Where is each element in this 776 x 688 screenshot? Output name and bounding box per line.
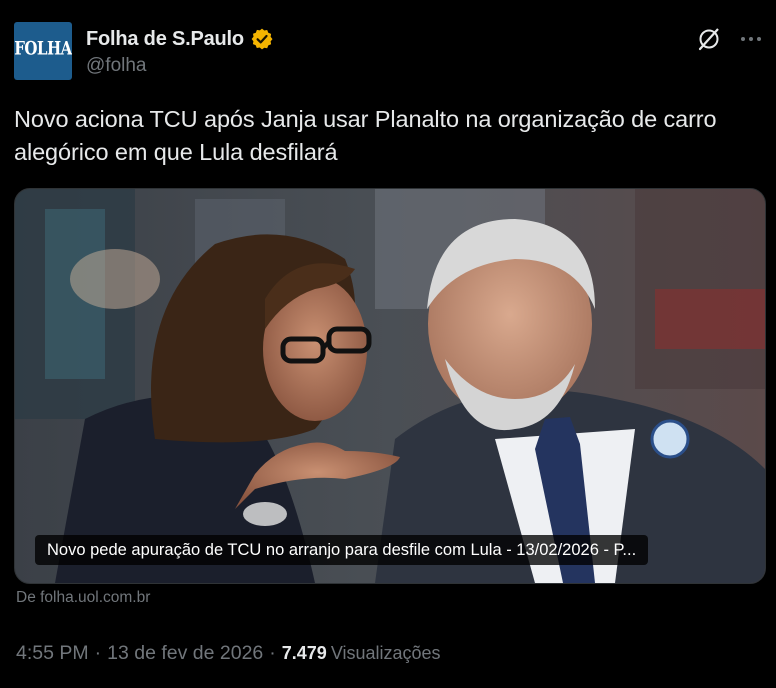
views-label[interactable]: Visualizações xyxy=(331,643,441,664)
views-count[interactable]: 7.479 xyxy=(282,643,327,664)
card-source-link[interactable]: De folha.uol.com.br xyxy=(16,589,150,607)
card-caption: Novo pede apuração de TCU no arranjo par… xyxy=(35,535,649,565)
name-row: Folha de S.Paulo xyxy=(86,26,274,52)
tweet: FOLHA Folha de S.Paulo @folha Novo acion… xyxy=(0,0,776,688)
card-photo xyxy=(15,189,765,583)
meta-separator: · xyxy=(269,642,276,664)
grok-icon[interactable] xyxy=(696,25,722,52)
tweet-text: Novo aciona TCU após Janja usar Planalto… xyxy=(14,106,717,165)
avatar[interactable]: FOLHA xyxy=(14,22,72,80)
user-handle[interactable]: @folha xyxy=(86,55,147,77)
tweet-meta: 4:55 PM · 13 de fev de 2026 · 7.479 Visu… xyxy=(16,642,441,665)
tweet-date[interactable]: 13 de fev de 2026 xyxy=(107,642,263,665)
avatar-logo-text: FOLHA xyxy=(14,36,72,60)
meta-separator: · xyxy=(94,642,102,664)
verified-badge-icon[interactable] xyxy=(250,27,274,51)
tweet-header: FOLHA Folha de S.Paulo @folha xyxy=(14,22,764,82)
more-options-icon[interactable] xyxy=(738,26,764,52)
display-name[interactable]: Folha de S.Paulo xyxy=(86,28,244,51)
tweet-time[interactable]: 4:55 PM xyxy=(16,642,89,665)
link-card[interactable]: Novo pede apuração de TCU no arranjo par… xyxy=(14,188,766,584)
